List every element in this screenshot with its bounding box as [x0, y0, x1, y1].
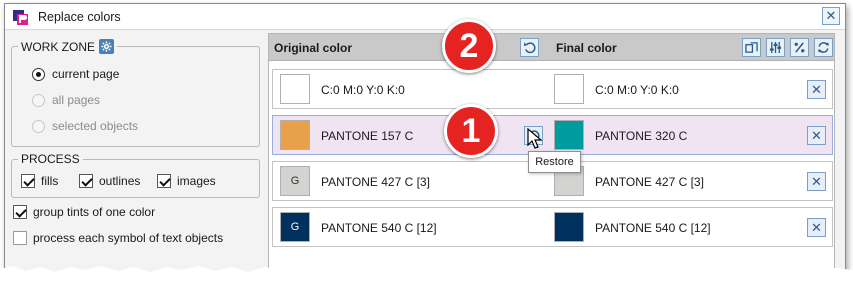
- restore-tooltip: Restore: [528, 151, 581, 173]
- checkbox-label: fills: [41, 174, 59, 188]
- sliders-icon: [769, 41, 782, 54]
- window-title: Replace colors: [38, 10, 121, 24]
- checkbox-label: images: [177, 174, 216, 188]
- final-color-header: Final color: [556, 41, 617, 55]
- title-bar: Replace colors ✕: [5, 4, 845, 30]
- work-zone-label: WORK ZONE: [21, 39, 95, 54]
- final-color-name: PANTONE 540 C [12]: [595, 221, 711, 235]
- original-swatch: G: [280, 212, 310, 242]
- restore-all-button[interactable]: [520, 38, 539, 57]
- radio-label: current page: [52, 67, 120, 81]
- work-zone-group: WORK ZONE current page all pages selecte…: [11, 39, 260, 147]
- refresh-icon: [818, 42, 829, 53]
- final-color-name: PANTONE 320 C: [595, 129, 688, 143]
- color-row[interactable]: G PANTONE 540 C [12] PANTONE 540 C [12] …: [272, 207, 833, 247]
- remove-row-button[interactable]: ✕: [807, 126, 826, 145]
- process-label: PROCESS: [21, 152, 80, 166]
- radio-current-page[interactable]: current page: [32, 67, 119, 81]
- checkbox[interactable]: [13, 231, 27, 245]
- swatch-glyph: G: [290, 221, 300, 233]
- checkbox-group-tints[interactable]: group tints of one color: [13, 205, 155, 219]
- remove-icon: ✕: [811, 220, 822, 235]
- checkbox-images[interactable]: images: [157, 174, 216, 188]
- refresh-button[interactable]: [814, 38, 833, 57]
- original-color-name: PANTONE 540 C [12]: [321, 221, 437, 235]
- checkbox-label: outlines: [99, 174, 141, 188]
- close-window-button[interactable]: ✕: [822, 7, 840, 25]
- checkbox-process-symbols[interactable]: process each symbol of text objects: [13, 231, 223, 245]
- checkbox[interactable]: [79, 174, 93, 188]
- radio-button: [32, 119, 45, 133]
- original-color-name: PANTONE 157 C: [321, 129, 414, 143]
- work-zone-title: WORK ZONE: [18, 39, 117, 54]
- original-color-header: Original color: [274, 41, 353, 55]
- color-row-selected[interactable]: PANTONE 157 C PANTONE 320 C ✕: [272, 115, 833, 155]
- radio-button: [32, 93, 45, 107]
- remove-row-button[interactable]: ✕: [807, 172, 826, 191]
- shapes-button[interactable]: [742, 38, 761, 57]
- adjust-button[interactable]: [766, 38, 785, 57]
- torn-edge-decoration: [0, 266, 853, 303]
- close-icon: ✕: [825, 8, 837, 23]
- final-swatch[interactable]: [554, 120, 584, 150]
- checkbox-label: group tints of one color: [33, 205, 156, 219]
- final-color-name: PANTONE 427 C [3]: [595, 175, 704, 189]
- replace-colors-window: Replace colors ✕ WORK ZONE current page …: [4, 3, 846, 280]
- checkbox[interactable]: [13, 205, 27, 219]
- original-color-name: C:0 M:0 Y:0 K:0: [321, 83, 405, 97]
- checkbox-fills[interactable]: fills: [21, 174, 58, 188]
- remove-row-button[interactable]: ✕: [807, 218, 826, 237]
- color-row[interactable]: C:0 M:0 Y:0 K:0 C:0 M:0 Y:0 K:0 ✕: [272, 69, 833, 109]
- checkbox-outlines[interactable]: outlines: [79, 174, 140, 188]
- process-title: PROCESS: [18, 152, 83, 166]
- final-swatch[interactable]: [554, 74, 584, 104]
- original-swatch: G: [280, 166, 310, 196]
- final-swatch[interactable]: [554, 212, 584, 242]
- undo-icon: [523, 42, 536, 54]
- checkbox-label: process each symbol of text objects: [33, 231, 224, 245]
- remove-row-button[interactable]: ✕: [807, 80, 826, 99]
- callout-badge-2: 2: [442, 19, 496, 73]
- radio-label: selected objects: [52, 119, 139, 133]
- percent-button[interactable]: [790, 38, 809, 57]
- original-swatch: [280, 74, 310, 104]
- original-color-name: PANTONE 427 C [3]: [321, 175, 430, 189]
- radio-label: all pages: [52, 93, 101, 107]
- percent-icon: [794, 42, 805, 53]
- radio-button[interactable]: [32, 67, 45, 81]
- checkbox[interactable]: [21, 174, 35, 188]
- remove-icon: ✕: [811, 82, 822, 97]
- radio-all-pages: all pages: [32, 93, 100, 107]
- gear-icon[interactable]: [99, 39, 114, 54]
- app-icon: [13, 10, 28, 25]
- callout-badge-1: 1: [444, 104, 498, 158]
- radio-selected-objects: selected objects: [32, 119, 138, 133]
- checkbox[interactable]: [157, 174, 171, 188]
- original-swatch: [280, 120, 310, 150]
- remove-icon: ✕: [811, 128, 822, 143]
- cursor-icon: [527, 128, 543, 149]
- final-color-name: C:0 M:0 Y:0 K:0: [595, 83, 679, 97]
- swatch-glyph: G: [290, 175, 300, 187]
- shapes-icon: [745, 42, 758, 53]
- remove-icon: ✕: [811, 174, 822, 189]
- column-header: Original color Final color: [269, 34, 834, 61]
- process-group: PROCESS fills outlines images: [11, 152, 260, 198]
